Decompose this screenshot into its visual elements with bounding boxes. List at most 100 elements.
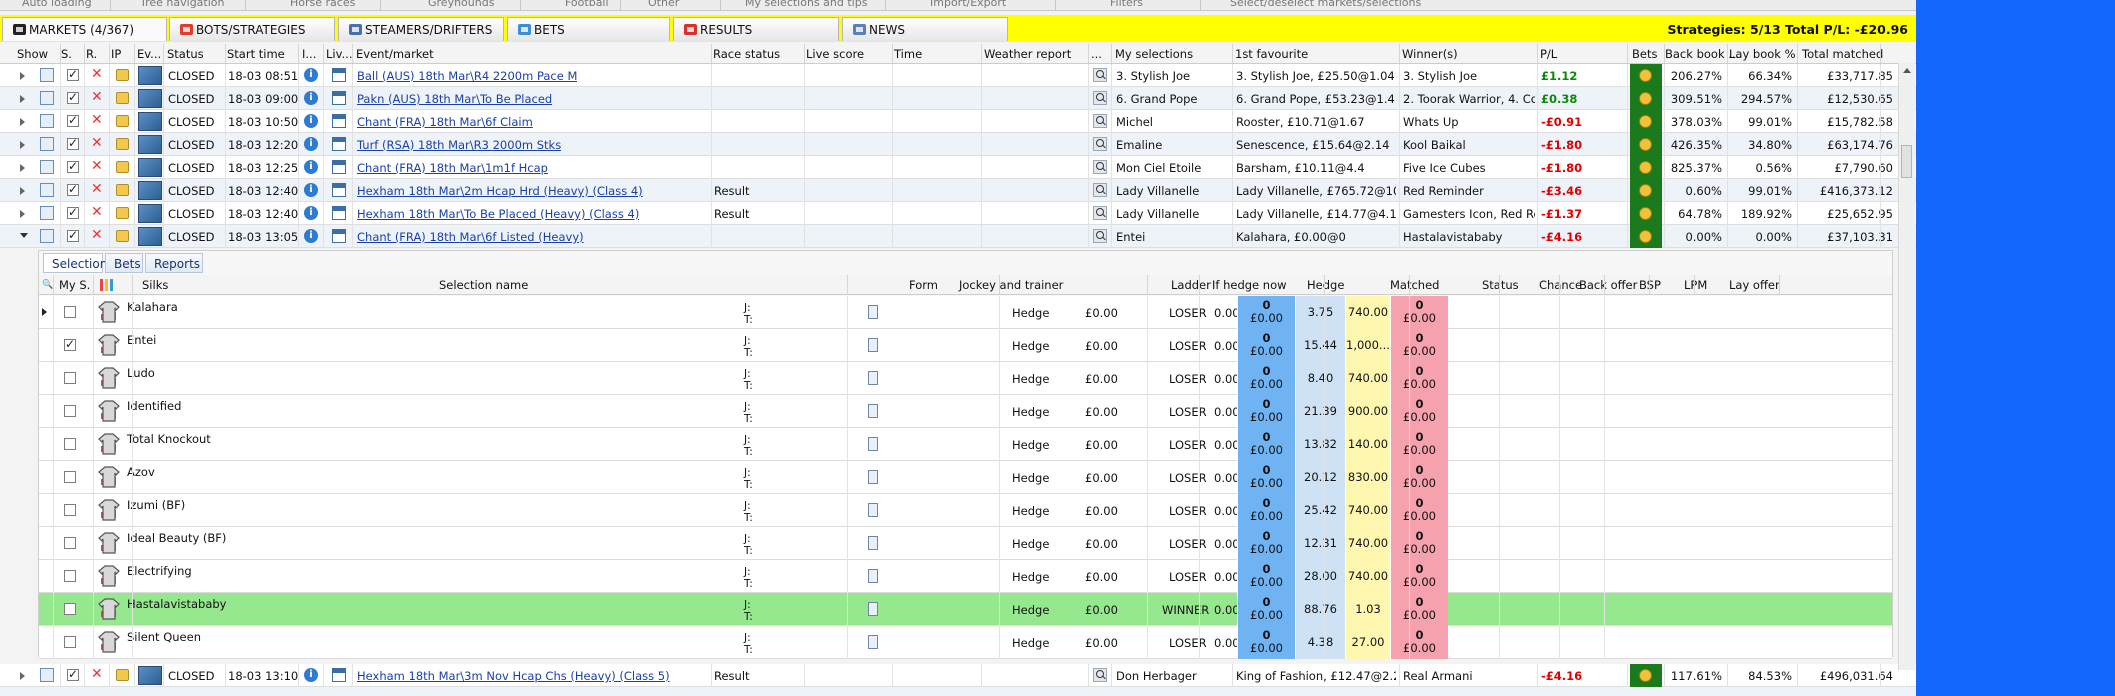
back-offer-button[interactable]: 0 £0.00 <box>1237 428 1295 461</box>
my-selection-checkbox[interactable] <box>64 603 76 615</box>
lay-offer-button[interactable]: 0 £0.00 <box>1390 329 1448 362</box>
remove-icon[interactable]: ✕ <box>91 112 103 128</box>
top-menu-item[interactable]: Tree navigation <box>140 0 225 9</box>
column-header[interactable]: Lay book % <box>1729 47 1796 61</box>
ladder-icon[interactable] <box>868 569 878 583</box>
top-menu-item[interactable]: Horse races <box>290 0 355 9</box>
selection-row[interactable]: Total Knockout J: T: Hedge £0.00 LOSER 0.00% 0 £… <box>39 428 1892 461</box>
selection-row[interactable]: Ludo J: T: Hedge £0.00 LOSER 0.00% 0 £0.00 8.40 74… <box>39 362 1892 395</box>
column-header[interactable]: Selection name <box>439 278 528 292</box>
lay-offer-button[interactable]: 0 £0.00 <box>1390 428 1448 461</box>
back-offer-button[interactable]: 0 £0.00 <box>1237 527 1295 560</box>
back-offer-button[interactable]: 0 £0.00 <box>1237 362 1295 395</box>
column-header[interactable]: My selections <box>1115 47 1193 61</box>
column-header[interactable]: Total matched <box>1802 47 1883 61</box>
my-selection-checkbox[interactable] <box>64 537 76 549</box>
hedge-button[interactable]: Hedge <box>1012 405 1049 419</box>
event-market-link[interactable]: Chant (FRA) 18th Mar\6f Claim <box>357 115 533 129</box>
column-header[interactable]: IP <box>111 47 121 61</box>
info-icon[interactable]: i <box>304 160 318 174</box>
column-header[interactable]: Matched <box>1390 278 1439 292</box>
market-row[interactable]: ✕ CLOSED 18-03 12:40 i Hexham 18th Mar\2m Hc… <box>0 179 1916 202</box>
info-icon[interactable]: i <box>304 137 318 151</box>
column-header[interactable]: Silks <box>142 278 168 292</box>
search-icon[interactable] <box>1093 183 1107 197</box>
selected-checkbox[interactable] <box>67 228 79 242</box>
live-calendar-icon[interactable] <box>332 229 346 243</box>
info-icon[interactable]: i <box>304 183 318 197</box>
lay-offer-button[interactable]: 0 £0.00 <box>1390 593 1448 626</box>
column-header[interactable]: Event/market <box>356 47 434 61</box>
live-calendar-icon[interactable] <box>332 68 346 82</box>
market-row[interactable]: ✕ CLOSED 18-03 09:00 i Pakn (AUS) 18th Mar\T… <box>0 87 1916 110</box>
remove-icon[interactable]: ✕ <box>91 66 103 82</box>
subtab-bets[interactable]: Bets <box>105 253 143 273</box>
column-header[interactable]: Start time <box>227 47 285 61</box>
selected-checkbox[interactable] <box>67 159 79 173</box>
lay-offer-button[interactable]: 0 £0.00 <box>1390 626 1448 659</box>
column-header[interactable]: R. <box>86 47 97 61</box>
my-selection-checkbox[interactable] <box>64 372 76 384</box>
market-view-icon[interactable] <box>40 137 54 151</box>
tab-news[interactable]: NEWS <box>842 17 1008 41</box>
my-selection-checkbox[interactable] <box>64 405 76 417</box>
event-market-link[interactable]: Hexham 18th Mar\2m Hcap Hrd (Heavy) (Cla… <box>357 184 643 198</box>
market-row[interactable]: ✕ CLOSED 18-03 12:20 i Turf (RSA) 18th Mar\R… <box>0 133 1916 156</box>
search-icon[interactable] <box>1093 160 1107 174</box>
subtab-reports[interactable]: Reports <box>145 253 203 273</box>
bets-button[interactable] <box>1630 110 1662 133</box>
market-view-icon[interactable] <box>40 68 54 82</box>
back-offer-button[interactable]: 0 £0.00 <box>1237 626 1295 659</box>
selection-row[interactable]: Silent Queen J: T: Hedge £0.00 LOSER 0.00% 0 £0.… <box>39 626 1892 659</box>
selection-row[interactable]: EnteiJ:T:Hedge£0.00LOSER0.00%0£0.0015.44… <box>39 329 1892 362</box>
bets-button[interactable] <box>1630 133 1662 156</box>
event-market-link[interactable]: Hexham 18th Mar\3m Nov Hcap Chs (Heavy) … <box>357 669 670 683</box>
market-view-icon[interactable] <box>40 668 54 682</box>
market-row[interactable]: ✕ CLOSED 18-03 08:51 i Ball (AUS) 18th Mar\R… <box>0 64 1916 87</box>
market-view-icon[interactable] <box>40 114 54 128</box>
my-selection-checkbox[interactable] <box>64 636 76 648</box>
event-market-link[interactable]: Ball (AUS) 18th Mar\R4 2200m Pace M <box>357 69 577 83</box>
column-header[interactable]: Form <box>909 278 938 292</box>
back-offer-button[interactable]: 0 £0.00 <box>1237 296 1295 329</box>
tab-results[interactable]: RESULTS <box>673 17 839 41</box>
column-header[interactable]: Lay offer <box>1729 278 1780 292</box>
column-header[interactable]: Back offer <box>1579 278 1637 292</box>
top-menu-item[interactable]: Other <box>648 0 679 9</box>
ladder-icon[interactable] <box>868 503 878 517</box>
info-icon[interactable]: i <box>304 206 318 220</box>
remove-icon[interactable]: ✕ <box>91 89 103 105</box>
scroll-thumb[interactable] <box>1901 145 1912 178</box>
search-icon[interactable] <box>1093 668 1107 682</box>
ladder-icon[interactable] <box>868 371 878 385</box>
expand-icon[interactable] <box>20 164 25 172</box>
market-row[interactable]: ✕ CLOSED 18-03 13:05 i Chant (FRA) 18th Mar\… <box>0 225 1916 248</box>
live-calendar-icon[interactable] <box>332 668 346 682</box>
info-icon[interactable]: i <box>304 91 318 105</box>
column-header[interactable]: If hedge now <box>1212 278 1287 292</box>
live-calendar-icon[interactable] <box>332 114 346 128</box>
live-calendar-icon[interactable] <box>332 137 346 151</box>
remove-icon[interactable]: ✕ <box>91 158 103 174</box>
column-header[interactable]: Ladder <box>1171 278 1211 292</box>
market-row[interactable]: ✕ CLOSED 18-03 10:50 i Chant (FRA) 18th Mar\… <box>0 110 1916 133</box>
column-header[interactable]: Hedge <box>1307 278 1344 292</box>
back-offer-button[interactable]: 0 £0.00 <box>1237 494 1295 527</box>
top-menu-item[interactable]: Greyhounds <box>428 0 494 9</box>
lay-offer-button[interactable]: 0 £0.00 <box>1390 494 1448 527</box>
bets-button[interactable] <box>1630 664 1662 687</box>
search-icon[interactable] <box>1093 229 1107 243</box>
top-menu-item[interactable]: Auto loading <box>22 0 92 9</box>
bets-button[interactable] <box>1630 156 1662 179</box>
lay-offer-button[interactable]: 0 £0.00 <box>1390 296 1448 329</box>
expand-icon[interactable] <box>42 308 47 316</box>
back-offer-button[interactable]: 0 £0.00 <box>1237 593 1295 626</box>
lay-offer-button[interactable]: 0 £0.00 <box>1390 527 1448 560</box>
market-row[interactable]: ✕ CLOSED 18-03 13:10 i Hexham 18th Mar\3m No… <box>0 664 1916 687</box>
tab-steamers[interactable]: STEAMERS/DRIFTERS <box>338 17 504 41</box>
selection-row[interactable]: Kalahara J: T: Hedge £0.00 LOSER 0.00% 0 £0.00 3.… <box>39 296 1892 329</box>
ladder-icon[interactable] <box>868 635 878 649</box>
market-view-icon[interactable] <box>40 183 54 197</box>
selected-checkbox[interactable] <box>67 205 79 219</box>
selected-checkbox[interactable] <box>67 67 79 81</box>
